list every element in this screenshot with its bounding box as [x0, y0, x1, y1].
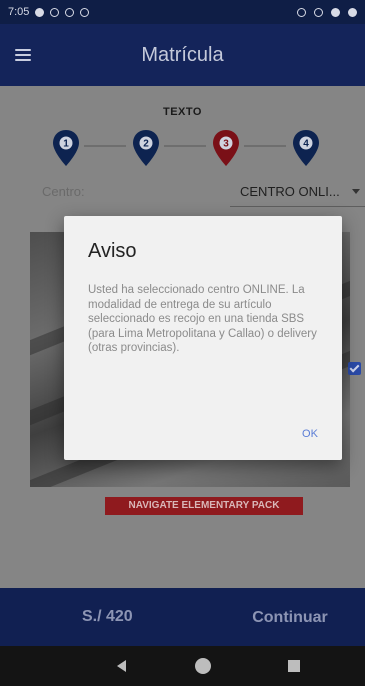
- center-label: Centro:: [42, 184, 85, 199]
- continue-button[interactable]: Continuar: [230, 598, 350, 638]
- step-connector: [84, 145, 126, 147]
- notification-icon: [35, 7, 45, 17]
- recent-apps-icon[interactable]: [288, 660, 300, 672]
- notification-icon: [80, 7, 90, 17]
- notification-icon: [65, 7, 75, 17]
- map-pin-icon: 4: [293, 130, 319, 166]
- center-selector[interactable]: Centro: CENTRO ONLI...: [0, 176, 365, 207]
- dialog-message: Usted ha seleccionado centro ONLINE. La …: [88, 284, 317, 355]
- step-number: 1: [63, 139, 69, 150]
- step-number: 3: [223, 139, 229, 150]
- total-price: S./ 420: [82, 608, 133, 625]
- step-connector: [164, 145, 206, 147]
- stepper: 1 2 3 4: [50, 128, 360, 168]
- divider: [230, 206, 365, 207]
- notice-dialog: Aviso Usted ha seleccionado centro ONLIN…: [64, 216, 342, 460]
- back-icon[interactable]: [117, 660, 126, 672]
- home-icon[interactable]: [195, 658, 211, 674]
- step-connector: [244, 145, 286, 147]
- product-pack-label: NAVIGATE ELEMENTARY PACK: [105, 497, 303, 515]
- status-time: 7:05: [8, 6, 30, 18]
- step-number: 2: [143, 139, 149, 150]
- dialog-title: Aviso: [88, 240, 137, 262]
- center-value[interactable]: CENTRO ONLI...: [240, 184, 340, 199]
- hamburger-menu-icon[interactable]: [0, 24, 46, 86]
- step-title: TEXTO: [163, 106, 202, 118]
- notification-icon: [50, 7, 60, 17]
- app-bar: Matrícula: [0, 24, 365, 86]
- map-pin-icon: 3: [213, 130, 239, 166]
- dropdown-arrow-icon[interactable]: [352, 189, 360, 194]
- step-number: 4: [303, 139, 309, 150]
- bottom-action-bar: S./ 420 Continuar: [0, 588, 365, 646]
- wifi-icon: [331, 7, 340, 17]
- step-3-marker-icon: 3: [210, 128, 242, 168]
- product-select-checkbox[interactable]: [348, 362, 361, 375]
- signal-icon: [348, 7, 357, 17]
- step-1-marker-icon: 1: [50, 128, 82, 168]
- system-nav-bar: [0, 646, 365, 686]
- dialog-ok-button[interactable]: OK: [288, 420, 332, 448]
- status-bar: 7:05: [0, 0, 365, 24]
- alarm-icon: [297, 7, 306, 17]
- page-title: Matrícula: [141, 43, 224, 66]
- step-4-marker-icon: 4: [290, 128, 322, 168]
- map-pin-icon: 2: [133, 130, 159, 166]
- map-pin-icon: 1: [53, 130, 79, 166]
- bluetooth-icon: [314, 7, 323, 17]
- step-2-marker-icon: 2: [130, 128, 162, 168]
